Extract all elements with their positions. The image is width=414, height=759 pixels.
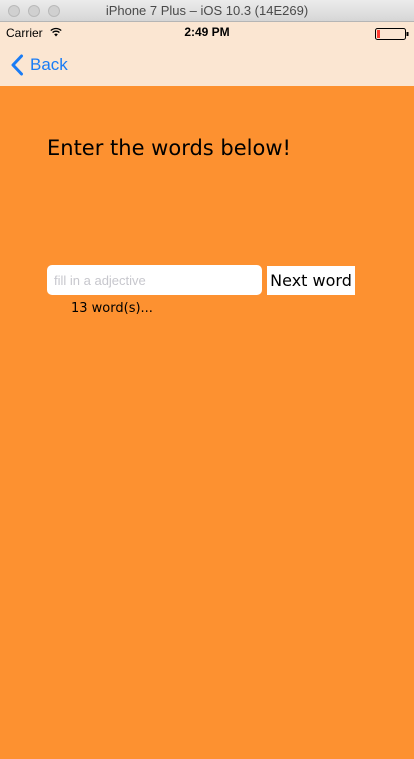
back-button[interactable]: Back bbox=[10, 52, 68, 78]
status-time: 2:49 PM bbox=[184, 25, 230, 39]
word-count-label: 13 word(s)... bbox=[71, 301, 153, 316]
chevron-left-icon bbox=[11, 54, 23, 76]
simulator-window: iPhone 7 Plus – iOS 10.3 (14E269) Carrie… bbox=[0, 0, 414, 759]
battery-icon bbox=[375, 28, 409, 40]
ios-navigation-area: Carrier 2:49 PM Back bbox=[0, 22, 414, 86]
window-titlebar: iPhone 7 Plus – iOS 10.3 (14E269) bbox=[0, 0, 414, 22]
next-word-button[interactable]: Next word bbox=[267, 266, 355, 295]
page-title: Enter the words below! bbox=[47, 136, 291, 160]
word-input[interactable] bbox=[47, 265, 262, 295]
back-button-label: Back bbox=[30, 55, 68, 74]
window-title: iPhone 7 Plus – iOS 10.3 (14E269) bbox=[105, 3, 309, 18]
